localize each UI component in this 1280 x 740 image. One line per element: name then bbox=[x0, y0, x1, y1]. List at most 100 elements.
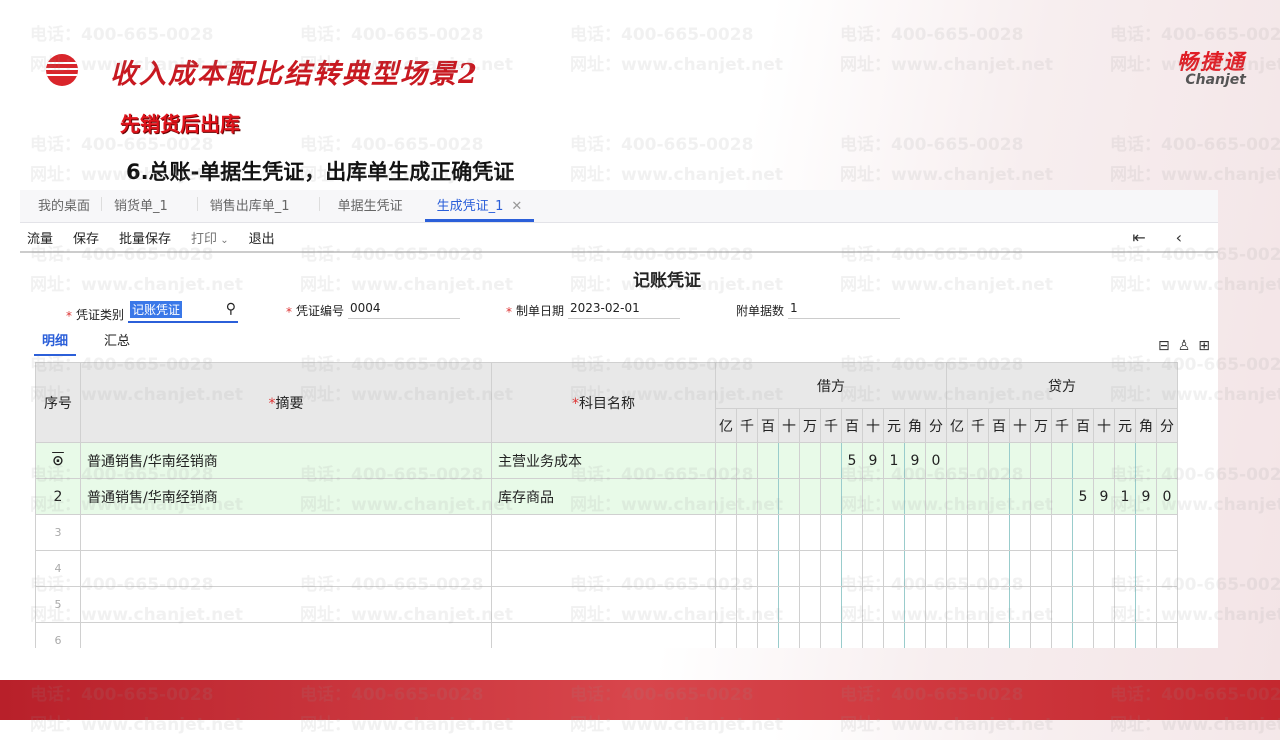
debit-digit[interactable] bbox=[904, 622, 926, 648]
debit-digit[interactable] bbox=[883, 622, 905, 648]
debit-digit[interactable] bbox=[904, 586, 926, 623]
debit-digit[interactable] bbox=[820, 478, 842, 515]
credit-digit[interactable] bbox=[1009, 586, 1031, 623]
credit-digit[interactable] bbox=[1114, 514, 1136, 551]
credit-digit[interactable] bbox=[1051, 442, 1073, 479]
debit-digit[interactable] bbox=[841, 586, 863, 623]
debit-digit[interactable] bbox=[799, 478, 821, 515]
debit-digit[interactable] bbox=[883, 586, 905, 623]
credit-digit[interactable] bbox=[1114, 586, 1136, 623]
debit-digit[interactable]: 1 bbox=[883, 442, 905, 479]
credit-digit[interactable]: 9 bbox=[1093, 478, 1115, 515]
debit-digit[interactable] bbox=[862, 550, 884, 587]
credit-digit[interactable] bbox=[1135, 514, 1157, 551]
batch-save-button[interactable]: 批量保存 bbox=[119, 228, 171, 247]
table-row[interactable]: ⊙ 普通销售/华南经销商 主营业务成本 5 9 1 9 0 bbox=[35, 442, 1178, 479]
debit-digit[interactable] bbox=[820, 514, 842, 551]
debit-digit[interactable] bbox=[799, 550, 821, 587]
debit-digit[interactable] bbox=[841, 550, 863, 587]
credit-digit[interactable] bbox=[1072, 442, 1094, 479]
debit-digit[interactable] bbox=[883, 550, 905, 587]
credit-digit[interactable] bbox=[967, 478, 989, 515]
debit-digit[interactable]: 9 bbox=[862, 442, 884, 479]
debit-digit[interactable] bbox=[820, 586, 842, 623]
debit-digit[interactable] bbox=[778, 622, 800, 648]
debit-digit[interactable] bbox=[820, 622, 842, 648]
debit-digit[interactable] bbox=[862, 478, 884, 515]
credit-digit[interactable] bbox=[988, 442, 1010, 479]
voucher-date-input[interactable]: 2023-02-01 bbox=[568, 301, 681, 319]
debit-digit[interactable] bbox=[883, 514, 905, 551]
debit-digit[interactable] bbox=[778, 514, 800, 551]
cell-summary[interactable] bbox=[80, 586, 492, 623]
debit-digit[interactable] bbox=[757, 442, 779, 479]
credit-digit[interactable] bbox=[1135, 622, 1157, 648]
debit-digit[interactable]: 5 bbox=[841, 442, 863, 479]
credit-digit[interactable]: 5 bbox=[1072, 478, 1094, 515]
credit-digit[interactable] bbox=[1030, 478, 1052, 515]
credit-digit[interactable] bbox=[1051, 622, 1073, 648]
debit-digit[interactable] bbox=[757, 550, 779, 587]
debit-digit[interactable] bbox=[736, 478, 758, 515]
debit-digit[interactable] bbox=[883, 478, 905, 515]
debit-digit[interactable] bbox=[715, 514, 737, 551]
credit-digit[interactable] bbox=[1051, 514, 1073, 551]
cell-account[interactable]: 主营业务成本 bbox=[491, 442, 716, 479]
debit-digit[interactable] bbox=[799, 514, 821, 551]
debit-digit[interactable] bbox=[778, 550, 800, 587]
voucher-no-input[interactable]: 0004 bbox=[348, 301, 461, 319]
cell-account[interactable] bbox=[491, 622, 716, 648]
debit-digit[interactable] bbox=[757, 514, 779, 551]
debit-digit[interactable] bbox=[904, 550, 926, 587]
subtab-summary[interactable]: 汇总 bbox=[96, 330, 138, 356]
save-button[interactable]: 保存 bbox=[73, 228, 99, 247]
tab-sales-order[interactable]: 销货单_1 bbox=[102, 195, 198, 222]
debit-digit[interactable] bbox=[799, 586, 821, 623]
debit-digit[interactable] bbox=[736, 514, 758, 551]
subtab-detail[interactable]: 明细 bbox=[34, 330, 77, 356]
cell-account[interactable] bbox=[491, 586, 716, 623]
credit-digit[interactable] bbox=[967, 586, 989, 623]
debit-digit[interactable] bbox=[736, 550, 758, 587]
debit-digit[interactable] bbox=[862, 514, 884, 551]
credit-digit[interactable] bbox=[946, 586, 968, 623]
flow-button[interactable]: 流量 bbox=[27, 228, 53, 247]
credit-digit[interactable] bbox=[967, 442, 989, 479]
debit-digit[interactable] bbox=[715, 622, 737, 648]
credit-digit[interactable] bbox=[1030, 514, 1052, 551]
credit-digit[interactable] bbox=[1009, 622, 1031, 648]
debit-digit[interactable]: 0 bbox=[925, 442, 947, 479]
money-bag-icon[interactable]: ♙ bbox=[1178, 338, 1199, 354]
credit-digit[interactable] bbox=[1009, 442, 1031, 479]
credit-digit[interactable] bbox=[1093, 550, 1115, 587]
credit-digit[interactable] bbox=[1114, 622, 1136, 648]
credit-digit[interactable] bbox=[1156, 442, 1178, 479]
credit-digit[interactable] bbox=[1072, 550, 1094, 587]
debit-digit[interactable] bbox=[841, 514, 863, 551]
credit-digit[interactable] bbox=[1093, 442, 1115, 479]
credit-digit[interactable] bbox=[1156, 550, 1178, 587]
cell-account[interactable] bbox=[491, 514, 716, 551]
debit-digit[interactable] bbox=[715, 442, 737, 479]
debit-digit[interactable] bbox=[904, 478, 926, 515]
tab-doc-voucher[interactable]: 单据生凭证 bbox=[320, 195, 417, 222]
credit-digit[interactable] bbox=[1156, 586, 1178, 623]
debit-digit[interactable] bbox=[799, 442, 821, 479]
credit-digit[interactable] bbox=[1156, 514, 1178, 551]
credit-digit[interactable] bbox=[1030, 550, 1052, 587]
table-row[interactable]: 6 bbox=[35, 622, 1178, 648]
cell-account[interactable]: 库存商品 bbox=[491, 478, 716, 515]
credit-digit[interactable] bbox=[1135, 442, 1157, 479]
debit-digit[interactable]: 9 bbox=[904, 442, 926, 479]
credit-digit[interactable] bbox=[1093, 622, 1115, 648]
exit-button[interactable]: 退出 bbox=[249, 228, 275, 247]
credit-digit[interactable] bbox=[1030, 442, 1052, 479]
credit-digit[interactable] bbox=[1072, 586, 1094, 623]
table-row[interactable]: 4 bbox=[35, 550, 1178, 587]
debit-digit[interactable] bbox=[862, 586, 884, 623]
credit-digit[interactable] bbox=[1030, 586, 1052, 623]
cell-account[interactable] bbox=[491, 550, 716, 587]
debit-digit[interactable] bbox=[925, 478, 947, 515]
credit-digit[interactable] bbox=[1156, 622, 1178, 648]
credit-digit[interactable] bbox=[1072, 514, 1094, 551]
